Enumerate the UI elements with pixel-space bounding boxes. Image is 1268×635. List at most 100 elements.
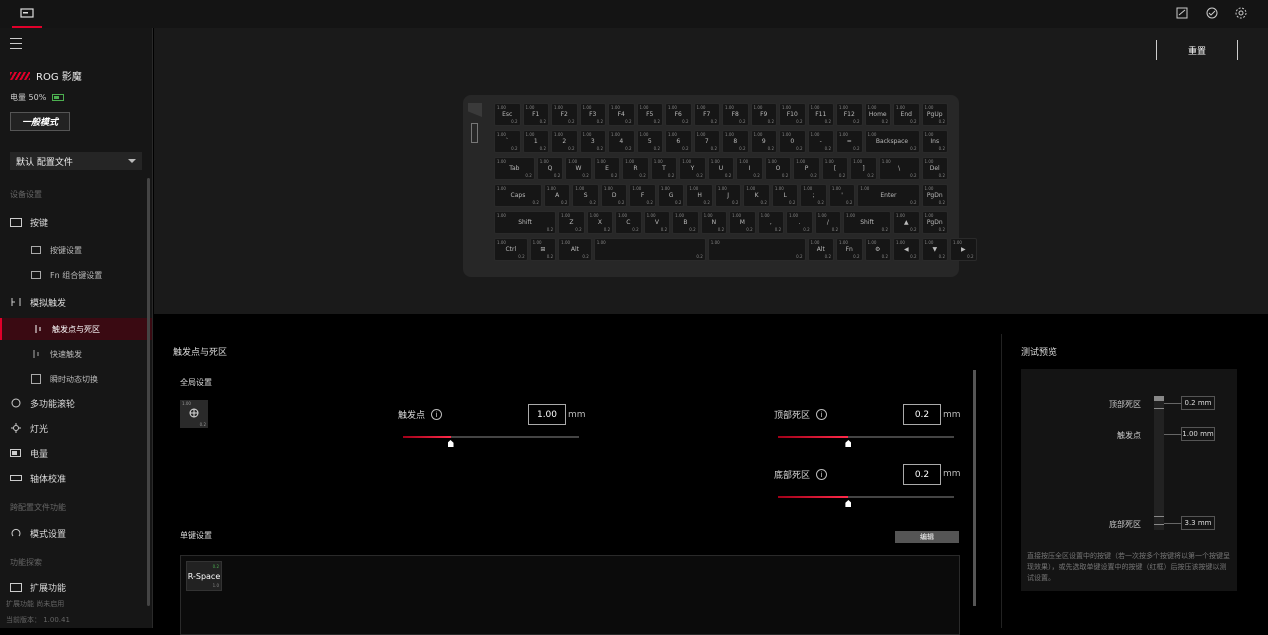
key-2-14[interactable]: 1.00 Del 0.2: [921, 157, 948, 180]
key-0-6[interactable]: 1.00 F6 0.2: [665, 103, 692, 126]
key-3-4[interactable]: 1.00 F 0.2: [629, 184, 656, 207]
key-1-0[interactable]: 1.00 ` 0.2: [494, 130, 521, 153]
key-5-5[interactable]: 1.00 Alt 0.2: [807, 238, 834, 261]
nav-calibrate[interactable]: 轴体校准: [0, 467, 152, 489]
key-3-11[interactable]: 1.00 ' 0.2: [828, 184, 856, 207]
keyboard-logo-icon[interactable]: [12, 0, 42, 28]
key-1-5[interactable]: 1.00 5 0.2: [636, 130, 663, 153]
trigger-point-input[interactable]: 1.00: [528, 404, 566, 425]
key-2-9[interactable]: 1.00 O 0.2: [764, 157, 792, 180]
key-4-11[interactable]: 1.00 Shift 0.2: [843, 211, 891, 234]
key-1-3[interactable]: 1.00 3 0.2: [579, 130, 606, 153]
key-5-3[interactable]: 1.00 0.2: [593, 238, 706, 261]
settings-icon[interactable]: [1234, 6, 1248, 20]
key-4-6[interactable]: 1.00 N 0.2: [700, 211, 728, 234]
mode-button[interactable]: 一般模式: [10, 112, 70, 131]
key-3-3[interactable]: 1.00 D 0.2: [600, 184, 628, 207]
info-icon[interactable]: i: [816, 469, 828, 480]
trigger-slider[interactable]: [403, 436, 579, 447]
nav-keys[interactable]: 按键: [0, 211, 152, 233]
nav-analog[interactable]: 模拟触发: [0, 291, 152, 313]
reset-button[interactable]: 重置: [1156, 40, 1238, 60]
key-1-11[interactable]: 1.00-0.2: [807, 130, 834, 153]
key-0-10[interactable]: 1.00 F10 0.2: [779, 103, 806, 126]
key-4-4[interactable]: 1.00 V 0.2: [643, 211, 671, 234]
hamburger-menu-icon[interactable]: [10, 38, 22, 49]
key-4-5[interactable]: 1.00 B 0.2: [672, 211, 699, 234]
key-1-13[interactable]: 1.00 Backspace 0.2: [864, 130, 920, 153]
key-1-10[interactable]: 1.00 0 0.2: [779, 130, 806, 153]
key-5-9[interactable]: 1.00 ▼ 0.2: [921, 238, 948, 261]
global-key-tile[interactable]: 1.00 0.2: [180, 400, 208, 428]
key-2-11[interactable]: 1.00[0.2: [821, 157, 849, 180]
nav-key-settings[interactable]: 按键设置: [0, 239, 152, 261]
key-4-9[interactable]: 1.00. 0.2: [786, 211, 813, 234]
key-0-1[interactable]: 1.00 F1 0.2: [522, 103, 549, 126]
key-2-1[interactable]: 1.00 Q 0.2: [536, 157, 564, 180]
key-2-7[interactable]: 1.00 U 0.2: [707, 157, 735, 180]
key-2-0[interactable]: 1.00 Tab 0.2: [494, 157, 535, 180]
key-4-1[interactable]: 1.00 Z 0.2: [558, 211, 585, 234]
top-deadzone-slider-thumb[interactable]: [845, 440, 852, 447]
key-2-3[interactable]: 1.00 E 0.2: [593, 157, 621, 180]
top-deadzone-slider[interactable]: [778, 436, 954, 447]
bottom-deadzone-slider[interactable]: [778, 496, 954, 507]
key-0-13[interactable]: 1.00 Home 0.2: [864, 103, 891, 126]
top-deadzone-input[interactable]: 0.2: [903, 404, 941, 425]
key-3-5[interactable]: 1.00 G 0.2: [657, 184, 685, 207]
sidebar-scrollbar[interactable]: [147, 178, 150, 606]
key-2-13[interactable]: 1.00 \ 0.2: [878, 157, 920, 180]
sync-icon[interactable]: [1205, 6, 1219, 20]
nav-rapid-trigger[interactable]: 快速触发: [0, 343, 152, 365]
key-2-2[interactable]: 1.00 W 0.2: [565, 157, 592, 180]
trigger-slider-thumb[interactable]: [447, 440, 454, 447]
key-3-13[interactable]: 1.00 PgDn 0.2: [921, 184, 948, 207]
key-0-7[interactable]: 1.00 F7 0.2: [693, 103, 720, 126]
key-2-6[interactable]: 1.00 Y 0.2: [679, 157, 706, 180]
key-1-1[interactable]: 1.00 1 0.2: [522, 130, 549, 153]
key-5-6[interactable]: 1.00 Fn 0.2: [836, 238, 863, 261]
key-4-2[interactable]: 1.00 X 0.2: [586, 211, 614, 234]
key-5-0[interactable]: 1.00 Ctrl 0.2: [494, 238, 528, 261]
key-0-11[interactable]: 1.00 F11 0.2: [807, 103, 834, 126]
key-2-5[interactable]: 1.00 T 0.2: [650, 157, 678, 180]
key-1-2[interactable]: 1.00 2 0.2: [551, 130, 578, 153]
key-0-12[interactable]: 1.00 F12 0.2: [836, 103, 863, 126]
key-1-14[interactable]: 1.00 Ins 0.2: [921, 130, 948, 153]
key-1-6[interactable]: 1.00 6 0.2: [665, 130, 692, 153]
nav-dynamic-switch[interactable]: 瞬时动态切换: [0, 368, 152, 390]
key-4-8[interactable]: 1.00, 0.2: [757, 211, 785, 234]
info-icon[interactable]: i: [816, 409, 828, 420]
key-3-6[interactable]: 1.00 H 0.2: [686, 184, 713, 207]
key-0-4[interactable]: 1.00 F4 0.2: [608, 103, 635, 126]
key-5-7[interactable]: 1.00 ⚙ 0.2: [864, 238, 891, 261]
key-5-4[interactable]: 1.00 0.2: [707, 238, 806, 261]
key-0-14[interactable]: 1.00 End 0.2: [893, 103, 920, 126]
nav-trigger-deadzone[interactable]: 触发点与死区: [0, 318, 152, 340]
edit-button[interactable]: 编辑: [895, 531, 959, 543]
key-2-10[interactable]: 1.00 P 0.2: [793, 157, 820, 180]
key-5-8[interactable]: 1.00 ◀ 0.2: [893, 238, 920, 261]
nav-extend[interactable]: 扩展功能: [0, 576, 152, 598]
key-4-12[interactable]: 1.00 ▲ 0.2: [893, 211, 920, 234]
key-1-8[interactable]: 1.00 8 0.2: [722, 130, 749, 153]
rspace-key-tile[interactable]: 0.2 R-Space 1.0: [186, 561, 222, 591]
key-4-3[interactable]: 1.00 C 0.2: [615, 211, 642, 234]
nav-fn-settings[interactable]: Fn 组合键设置: [0, 264, 152, 286]
key-0-9[interactable]: 1.00 F9 0.2: [750, 103, 777, 126]
settings-scrollbar[interactable]: [973, 370, 976, 606]
key-0-2[interactable]: 1.00 F2 0.2: [551, 103, 578, 126]
key-3-9[interactable]: 1.00 L 0.2: [771, 184, 799, 207]
key-3-7[interactable]: 1.00 J 0.2: [714, 184, 742, 207]
nav-battery[interactable]: 电量: [0, 442, 152, 464]
key-1-7[interactable]: 1.00 7 0.2: [693, 130, 720, 153]
key-2-12[interactable]: 1.00] 0.2: [850, 157, 877, 180]
key-0-8[interactable]: 1.00 F8 0.2: [722, 103, 749, 126]
bottom-deadzone-input[interactable]: 0.2: [903, 464, 941, 485]
key-3-2[interactable]: 1.00 S 0.2: [572, 184, 599, 207]
slider-icon[interactable]: [471, 123, 478, 143]
key-1-9[interactable]: 1.00 9 0.2: [750, 130, 777, 153]
screenshot-icon[interactable]: [1175, 6, 1189, 20]
key-4-0[interactable]: 1.00 Shift 0.2: [494, 211, 557, 234]
key-2-4[interactable]: 1.00 R 0.2: [622, 157, 649, 180]
